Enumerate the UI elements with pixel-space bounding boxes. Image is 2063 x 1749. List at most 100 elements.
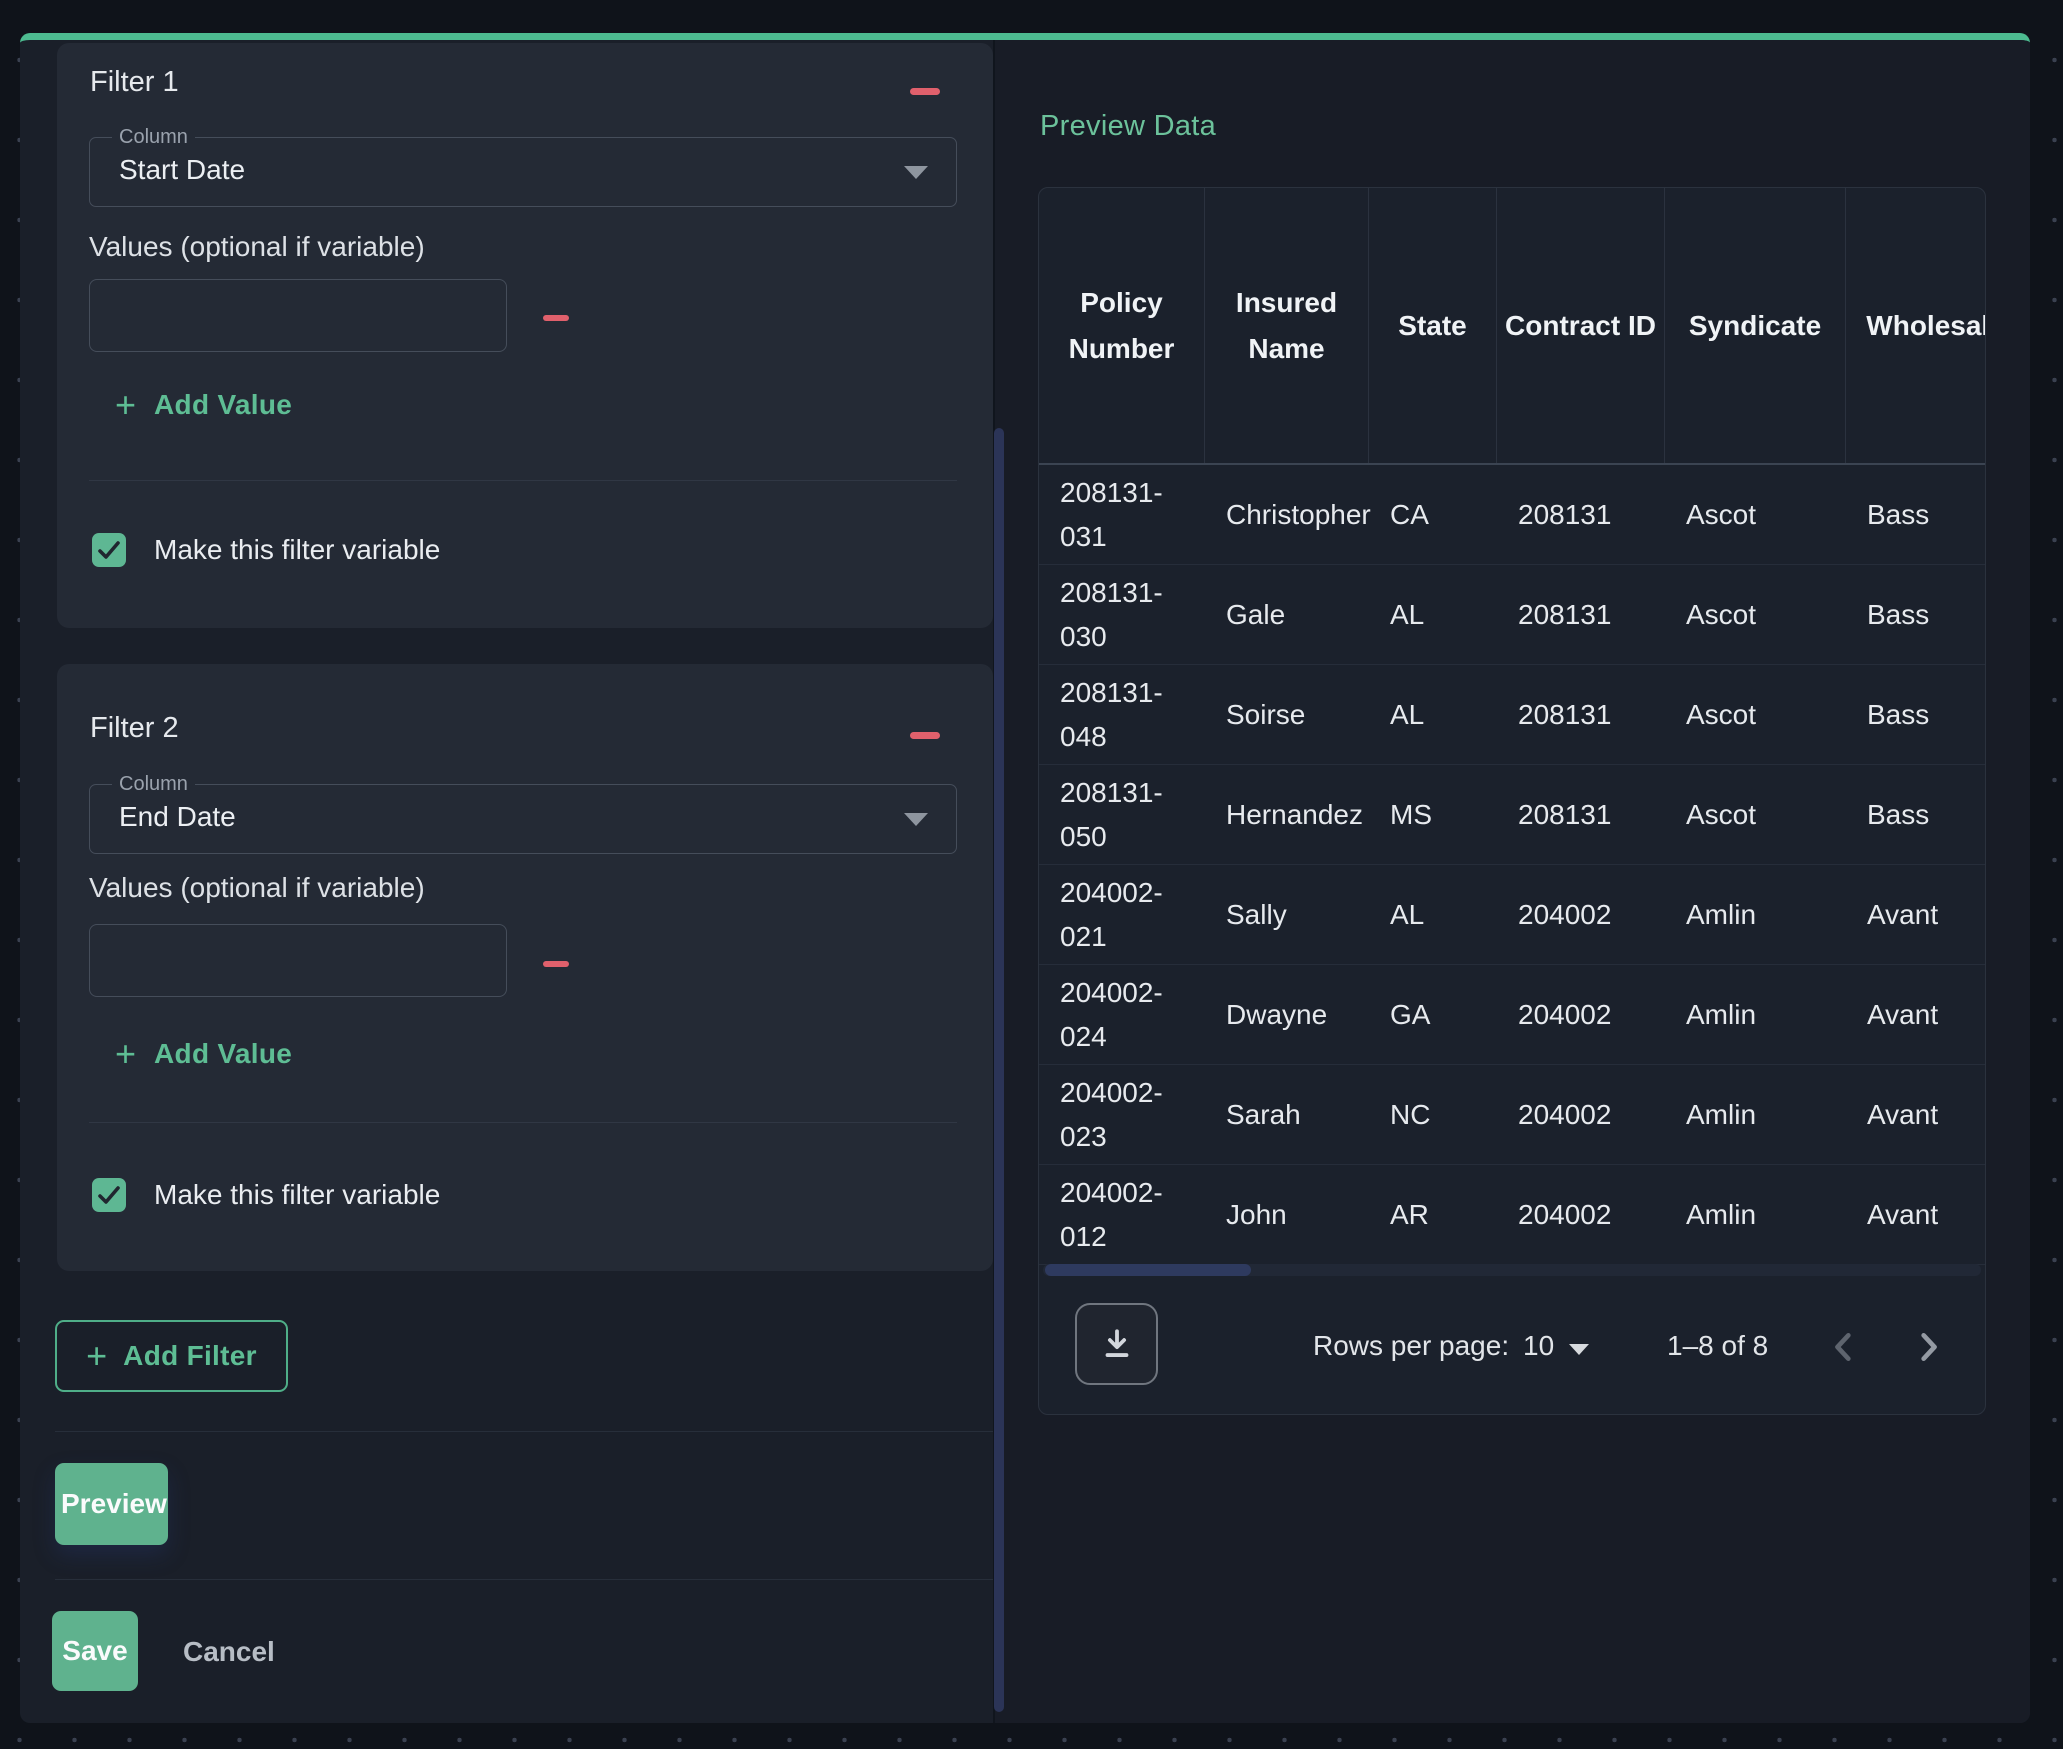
table-cell: 208131 (1497, 465, 1665, 564)
column-header: Insured Name (1205, 188, 1369, 463)
table-cell: 208131-050 (1039, 765, 1205, 864)
table-cell: GA (1369, 965, 1497, 1064)
table-horizontal-scrollbar[interactable] (1043, 1264, 1981, 1276)
table-row: 204002-012JohnAR204002AmlinAvant (1039, 1165, 1985, 1265)
table-row: 204002-024DwayneGA204002AmlinAvant (1039, 965, 1985, 1065)
table-cell: Sally (1205, 865, 1369, 964)
column-header: Contract ID (1497, 188, 1665, 463)
plus-icon: + (115, 387, 136, 423)
preview-table-card: Policy NumberInsured NameStateContract I… (1038, 187, 1986, 1415)
table-cell: Bass (1846, 565, 1986, 664)
chevron-down-icon (1569, 1344, 1589, 1355)
table-cell: AL (1369, 565, 1497, 664)
card-divider (89, 1122, 957, 1123)
chevron-left-icon (1825, 1327, 1865, 1367)
variable-checkbox-label: Make this filter variable (154, 1179, 440, 1211)
table-cell: Bass (1846, 665, 1986, 764)
table-cell: AL (1369, 865, 1497, 964)
add-value-button[interactable]: + Add Value (115, 387, 292, 423)
table-cell: 204002-021 (1039, 865, 1205, 964)
filter-2-title: Filter 2 (90, 712, 179, 745)
table-cell: 204002 (1497, 1065, 1665, 1164)
chevron-right-icon (1907, 1327, 1947, 1367)
card-divider (89, 480, 957, 481)
table-row: 204002-023SarahNC204002AmlinAvant (1039, 1065, 1985, 1165)
table-cell: Amlin (1665, 965, 1846, 1064)
table-cell: Avant (1846, 965, 1986, 1064)
table-cell: 204002 (1497, 1165, 1665, 1264)
table-cell: Ascot (1665, 565, 1846, 664)
column-header: State (1369, 188, 1497, 463)
table-cell: Ascot (1665, 465, 1846, 564)
table-cell: Hernandez (1205, 765, 1369, 864)
add-filter-button[interactable]: + Add Filter (55, 1320, 288, 1392)
table-cell: AL (1369, 665, 1497, 764)
table-body: 208131-031ChristopherCA208131AscotBass20… (1039, 465, 1985, 1265)
pagination-range-label: 1–8 of 8 (1667, 1330, 1768, 1362)
remove-filter-2-button[interactable] (910, 717, 942, 743)
remove-value-button[interactable] (543, 301, 573, 325)
preview-button[interactable]: Preview (55, 1463, 168, 1545)
filter-card-1: Filter 1 Column Start Date Values (optio… (57, 43, 993, 628)
save-button[interactable]: Save (52, 1611, 138, 1691)
table-cell: 204002-024 (1039, 965, 1205, 1064)
table-header-row: Policy NumberInsured NameStateContract I… (1039, 188, 1985, 465)
column-header: Syndicate (1665, 188, 1846, 463)
column-select-label: Column (112, 773, 195, 796)
table-cell: 208131-048 (1039, 665, 1205, 764)
table-cell: 204002-023 (1039, 1065, 1205, 1164)
filter-2-column-select[interactable]: Column End Date (89, 784, 957, 854)
cancel-button[interactable]: Cancel (183, 1630, 275, 1674)
table-row: 208131-030GaleAL208131AscotBass (1039, 565, 1985, 665)
table-cell: Ascot (1665, 765, 1846, 864)
table-cell: Bass (1846, 465, 1986, 564)
variable-checkbox-label: Make this filter variable (154, 534, 440, 566)
add-value-button[interactable]: + Add Value (115, 1036, 292, 1072)
horizontal-scrollbar-thumb[interactable] (1045, 1264, 1251, 1276)
table-cell: Ascot (1665, 665, 1846, 764)
next-page-button[interactable] (1905, 1326, 1949, 1370)
filter-card-2: Filter 2 Column End Date Values (optiona… (57, 664, 993, 1271)
filter-1-title: Filter 1 (90, 66, 179, 99)
table-cell: Amlin (1665, 865, 1846, 964)
table-cell: Gale (1205, 565, 1369, 664)
filter-2-variable-checkbox[interactable] (92, 1178, 126, 1212)
editor-divider (55, 1431, 993, 1432)
table-row: 208131-031ChristopherCA208131AscotBass (1039, 465, 1985, 565)
table-cell: Soirse (1205, 665, 1369, 764)
column-header: Wholesaler (1846, 188, 1986, 463)
table-cell: 208131 (1497, 565, 1665, 664)
values-label: Values (optional if variable) (89, 231, 425, 263)
values-label: Values (optional if variable) (89, 872, 425, 904)
preview-data-title: Preview Data (1040, 110, 1216, 143)
previous-page-button[interactable] (1823, 1326, 1867, 1370)
remove-value-button[interactable] (543, 947, 573, 971)
rows-per-page-value: 10 (1523, 1330, 1554, 1362)
table-row: 208131-048SoirseAL208131AscotBass (1039, 665, 1985, 765)
column-header: Policy Number (1039, 188, 1205, 463)
download-button[interactable] (1075, 1303, 1158, 1385)
table-cell: NC (1369, 1065, 1497, 1164)
filter-1-value-input[interactable] (89, 279, 507, 352)
table-cell: Amlin (1665, 1065, 1846, 1164)
editor-divider (55, 1579, 993, 1580)
table-cell: AR (1369, 1165, 1497, 1264)
plus-icon: + (115, 1036, 136, 1072)
rows-per-page-select[interactable]: 10 (1523, 1330, 1589, 1362)
table-cell: 204002-012 (1039, 1165, 1205, 1264)
chevron-down-icon (904, 166, 928, 179)
column-select-label: Column (112, 126, 195, 149)
download-icon (1098, 1325, 1136, 1363)
table-cell: Christopher (1205, 465, 1369, 564)
remove-filter-1-button[interactable] (910, 73, 942, 99)
filter-1-column-select[interactable]: Column Start Date (89, 137, 957, 207)
editor-vertical-scrollbar[interactable] (994, 428, 1004, 1712)
table-cell: Amlin (1665, 1165, 1846, 1264)
table-cell: CA (1369, 465, 1497, 564)
filter-1-variable-checkbox[interactable] (92, 533, 126, 567)
table-cell: 208131-030 (1039, 565, 1205, 664)
chevron-down-icon (904, 813, 928, 826)
filter-2-value-input[interactable] (89, 924, 507, 997)
table-cell: Bass (1846, 765, 1986, 864)
table-cell: Dwayne (1205, 965, 1369, 1064)
